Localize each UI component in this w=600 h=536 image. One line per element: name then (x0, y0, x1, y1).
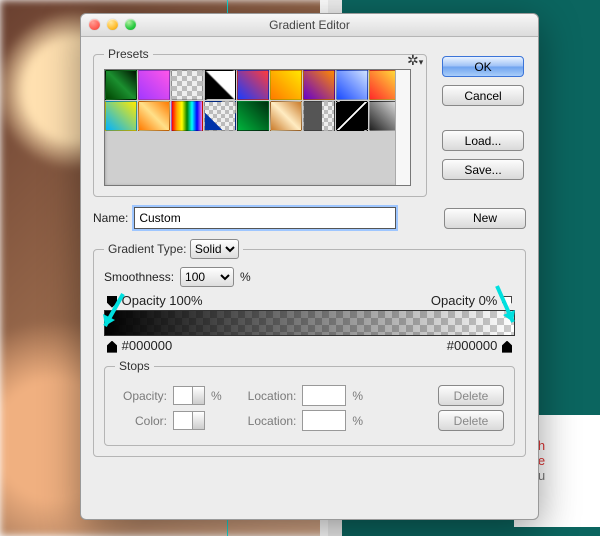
preset-swatch[interactable] (204, 101, 236, 131)
save-button[interactable]: Save... (442, 159, 524, 180)
stop-location-input (302, 410, 346, 431)
preset-swatch[interactable] (237, 101, 269, 131)
smoothness-label: Smoothness: (104, 270, 174, 284)
hex-right-label: #000000 (447, 338, 498, 353)
ok-button[interactable]: OK (442, 56, 524, 77)
presets-group: Presets (93, 47, 427, 197)
stops-group: Stops Opacity: % Location: % Delete Colo… (104, 359, 515, 446)
stops-section: Stops Opacity: % Location: % Delete Colo… (104, 359, 515, 446)
preset-swatch[interactable] (204, 70, 236, 100)
minimize-icon[interactable] (107, 19, 118, 30)
gradient-type-select[interactable]: Solid (190, 239, 239, 259)
cancel-button[interactable]: Cancel (442, 85, 524, 106)
gradient-type-label: Gradient Type: (108, 242, 187, 256)
close-icon[interactable] (89, 19, 100, 30)
preset-menu-icon[interactable]: ✲▾ (407, 52, 423, 69)
color-stop-right-icon[interactable] (502, 341, 512, 353)
preset-swatch[interactable] (303, 70, 335, 100)
stops-opacity-row: Opacity: % Location: % Delete (115, 385, 504, 406)
smoothness-row: Smoothness: 100 % (104, 267, 515, 287)
delete-color-stop-button: Delete (438, 410, 504, 431)
gradient-group: Gradient Type: Solid Smoothness: 100 % O… (93, 239, 526, 457)
preset-swatch[interactable] (270, 101, 302, 131)
dropdown-icon (192, 387, 204, 404)
preset-swatch[interactable] (270, 70, 302, 100)
opacity-left-label: Opacity 100% (122, 293, 203, 308)
pct-label: % (352, 414, 363, 428)
gradient-editor-dialog: Gradient Editor ✲▾ OK Cancel Load... Sav… (80, 13, 539, 520)
name-label: Name: (93, 211, 128, 225)
preset-swatch[interactable] (138, 101, 170, 131)
preset-swatch[interactable] (105, 101, 137, 131)
window-title: Gradient Editor (269, 18, 350, 32)
preset-swatch[interactable] (138, 70, 170, 100)
preset-swatch[interactable] (336, 70, 368, 100)
presets-legend: Presets (104, 47, 153, 61)
preset-swatch[interactable] (105, 70, 137, 100)
dropdown-icon (192, 412, 204, 429)
pct-label: % (352, 389, 363, 403)
gradient-type-row: Gradient Type: Solid (104, 239, 243, 259)
dialog-body: ✲▾ OK Cancel Load... Save... Presets Nam… (81, 37, 538, 479)
presets-scrollbar[interactable] (395, 70, 410, 185)
preset-swatch[interactable] (336, 101, 368, 131)
titlebar[interactable]: Gradient Editor (81, 14, 538, 37)
presets-box (104, 69, 411, 186)
pct-label: % (240, 270, 251, 284)
name-input[interactable] (134, 207, 396, 229)
new-button[interactable]: New (444, 208, 526, 229)
stop-opacity-label: Opacity: (115, 389, 167, 403)
color-stop-left-icon[interactable] (107, 341, 117, 353)
button-column: OK Cancel Load... Save... (442, 56, 524, 180)
smoothness-select[interactable]: 100 (180, 267, 234, 287)
stop-color-label: Color: (115, 414, 167, 428)
pct-label: % (211, 389, 222, 403)
swatch-grid (105, 70, 401, 131)
zoom-icon[interactable] (125, 19, 136, 30)
stops-legend: Stops (115, 359, 154, 373)
load-button[interactable]: Load... (442, 130, 524, 151)
stop-color-well (173, 411, 205, 430)
color-stop-row: #000000 #000000 (106, 338, 513, 353)
preset-swatch[interactable] (171, 70, 203, 100)
hex-left-label: #000000 (122, 338, 173, 353)
opacity-stop-row: Opacity 100% Opacity 0% (106, 293, 513, 308)
preset-swatch[interactable] (303, 101, 335, 131)
stop-opacity-input (173, 386, 205, 405)
preset-swatch[interactable] (171, 101, 203, 131)
stops-color-row: Color: % Location: % Delete (115, 410, 504, 431)
name-row: Name: New (93, 207, 526, 229)
opacity-right-label: Opacity 0% (431, 293, 497, 308)
stop-location-input (302, 385, 346, 406)
stop-location-label: Location: (248, 414, 297, 428)
opacity-stop-right-icon[interactable] (502, 296, 512, 308)
preset-swatch[interactable] (237, 70, 269, 100)
gradient-bar[interactable] (104, 310, 515, 336)
delete-opacity-stop-button: Delete (438, 385, 504, 406)
stop-location-label: Location: (248, 389, 297, 403)
opacity-stop-left-icon[interactable] (107, 296, 117, 308)
